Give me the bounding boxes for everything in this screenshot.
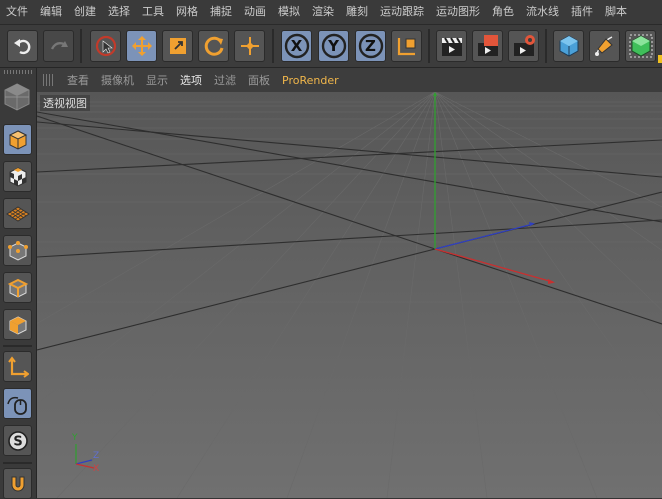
z-axis-label: Z bbox=[365, 37, 376, 55]
viewport-menu-filter[interactable]: 过滤 bbox=[214, 72, 236, 88]
axis-mode-button[interactable] bbox=[3, 351, 32, 382]
render-settings-button[interactable] bbox=[508, 30, 539, 62]
subdivision-surface-icon bbox=[629, 34, 652, 58]
make-editable-button[interactable] bbox=[3, 76, 32, 116]
model-cube-icon bbox=[8, 129, 27, 150]
checker-cube-icon bbox=[9, 166, 26, 187]
svg-text:S: S bbox=[13, 434, 22, 449]
viewport-menu-panel[interactable]: 面板 bbox=[248, 72, 270, 88]
tweak-mode-button[interactable] bbox=[3, 388, 32, 419]
rotate-icon bbox=[204, 36, 223, 56]
coordinate-system-icon bbox=[397, 38, 415, 56]
redo-icon bbox=[50, 41, 68, 50]
gizmo-z-label: Z bbox=[93, 451, 100, 461]
points-cube-icon bbox=[7, 240, 28, 261]
pen-spline-button[interactable] bbox=[589, 30, 620, 62]
z-axis-line bbox=[434, 223, 534, 250]
menu-edit[interactable]: 编辑 bbox=[34, 0, 68, 24]
coordinate-system-button[interactable] bbox=[391, 30, 422, 62]
viewport-menu-prorender[interactable]: ProRender bbox=[282, 74, 339, 87]
menu-create[interactable]: 创建 bbox=[68, 0, 102, 24]
snap-magnet-button[interactable] bbox=[3, 468, 32, 499]
render-picture-viewer-icon bbox=[477, 35, 498, 56]
x-axis-label: X bbox=[290, 37, 303, 55]
menu-snap[interactable]: 捕捉 bbox=[204, 0, 238, 24]
subdivision-surface-button[interactable] bbox=[625, 30, 656, 62]
rotate-button[interactable] bbox=[198, 30, 229, 62]
undo-button[interactable] bbox=[7, 30, 38, 62]
solo-mode-button[interactable]: S bbox=[3, 425, 32, 456]
viewport-header: 查看 摄像机 显示 选项 过滤 面板 ProRender bbox=[37, 68, 662, 92]
make-editable-icon bbox=[4, 83, 30, 111]
model-mode-button[interactable] bbox=[3, 124, 32, 155]
cube-icon bbox=[559, 35, 578, 57]
magnet-icon bbox=[11, 476, 24, 491]
polygons-mode-button[interactable] bbox=[3, 309, 32, 340]
menu-simulate[interactable]: 模拟 bbox=[272, 0, 306, 24]
undo-icon bbox=[13, 39, 30, 55]
toolbar-overflow-marker bbox=[658, 55, 662, 63]
menu-render[interactable]: 渲染 bbox=[306, 0, 340, 24]
redo-button[interactable] bbox=[43, 30, 74, 62]
menu-animate[interactable]: 动画 bbox=[238, 0, 272, 24]
menu-mesh[interactable]: 网格 bbox=[170, 0, 204, 24]
gizmo-y-label: Y bbox=[72, 433, 78, 443]
scale-icon bbox=[169, 38, 186, 54]
points-mode-button[interactable] bbox=[3, 235, 32, 266]
transform-icon bbox=[240, 37, 259, 55]
menu-file[interactable]: 文件 bbox=[0, 0, 34, 24]
axis-gizmo: Y Z X bbox=[69, 432, 109, 474]
viewport-grip bbox=[43, 74, 55, 86]
solo-s-icon: S bbox=[7, 430, 28, 451]
pen-icon bbox=[594, 36, 613, 56]
gizmo-x-label: X bbox=[93, 464, 100, 474]
live-selection-icon bbox=[95, 35, 116, 57]
render-settings-icon bbox=[513, 35, 535, 56]
mode-sidebar: S bbox=[0, 68, 37, 499]
floor-grid bbox=[37, 92, 662, 498]
main-toolbar: X Y Z bbox=[0, 25, 662, 68]
move-button[interactable] bbox=[126, 30, 157, 62]
mouse-icon bbox=[6, 396, 27, 415]
y-axis-lock-button[interactable]: Y bbox=[318, 30, 349, 62]
x-axis-lock-button[interactable]: X bbox=[281, 30, 312, 62]
sidebar-grip bbox=[4, 70, 32, 74]
menu-sculpt[interactable]: 雕刻 bbox=[340, 0, 374, 24]
z-axis-lock-button[interactable]: Z bbox=[355, 30, 386, 62]
texture-mode-button[interactable] bbox=[3, 161, 32, 192]
viewport-menu-options[interactable]: 选项 bbox=[180, 72, 202, 88]
move-icon bbox=[131, 36, 152, 56]
x-axis-line bbox=[434, 248, 554, 283]
render-to-picture-viewer-button[interactable] bbox=[472, 30, 503, 62]
axis-corner-icon bbox=[7, 355, 29, 378]
menu-pipeline[interactable]: 流水线 bbox=[520, 0, 565, 24]
viewport-menu-cameras[interactable]: 摄像机 bbox=[101, 72, 134, 88]
edges-mode-button[interactable] bbox=[3, 272, 32, 303]
menu-script[interactable]: 脚本 bbox=[599, 0, 633, 24]
menu-select[interactable]: 选择 bbox=[102, 0, 136, 24]
menu-character[interactable]: 角色 bbox=[486, 0, 520, 24]
y-axis-label: Y bbox=[328, 37, 339, 55]
menu-bar: 文件 编辑 创建 选择 工具 网格 捕捉 动画 模拟 渲染 雕刻 运动跟踪 运动… bbox=[0, 0, 662, 25]
viewport-camera-label: 透视视图 bbox=[40, 95, 90, 111]
scale-button[interactable] bbox=[162, 30, 193, 62]
edges-cube-icon bbox=[7, 278, 28, 298]
menu-plugins[interactable]: 插件 bbox=[565, 0, 599, 24]
workplane-mode-button[interactable] bbox=[3, 198, 32, 229]
menu-mograph[interactable]: 运动图形 bbox=[430, 0, 486, 24]
render-view-button[interactable] bbox=[436, 30, 467, 62]
clapboard-icon bbox=[441, 37, 462, 56]
polygons-cube-icon bbox=[9, 315, 26, 335]
viewport-menu-display[interactable]: 显示 bbox=[146, 72, 168, 88]
perspective-viewport[interactable]: 透视视图 Y Z X bbox=[37, 92, 662, 498]
workplane-grid-icon bbox=[5, 205, 30, 222]
menu-motion-tracker[interactable]: 运动跟踪 bbox=[374, 0, 430, 24]
viewport-menu-view[interactable]: 查看 bbox=[67, 72, 89, 88]
live-selection-button[interactable] bbox=[90, 30, 121, 62]
transform-button[interactable] bbox=[234, 30, 265, 62]
cube-primitive-button[interactable] bbox=[553, 30, 584, 62]
menu-tools[interactable]: 工具 bbox=[136, 0, 170, 24]
